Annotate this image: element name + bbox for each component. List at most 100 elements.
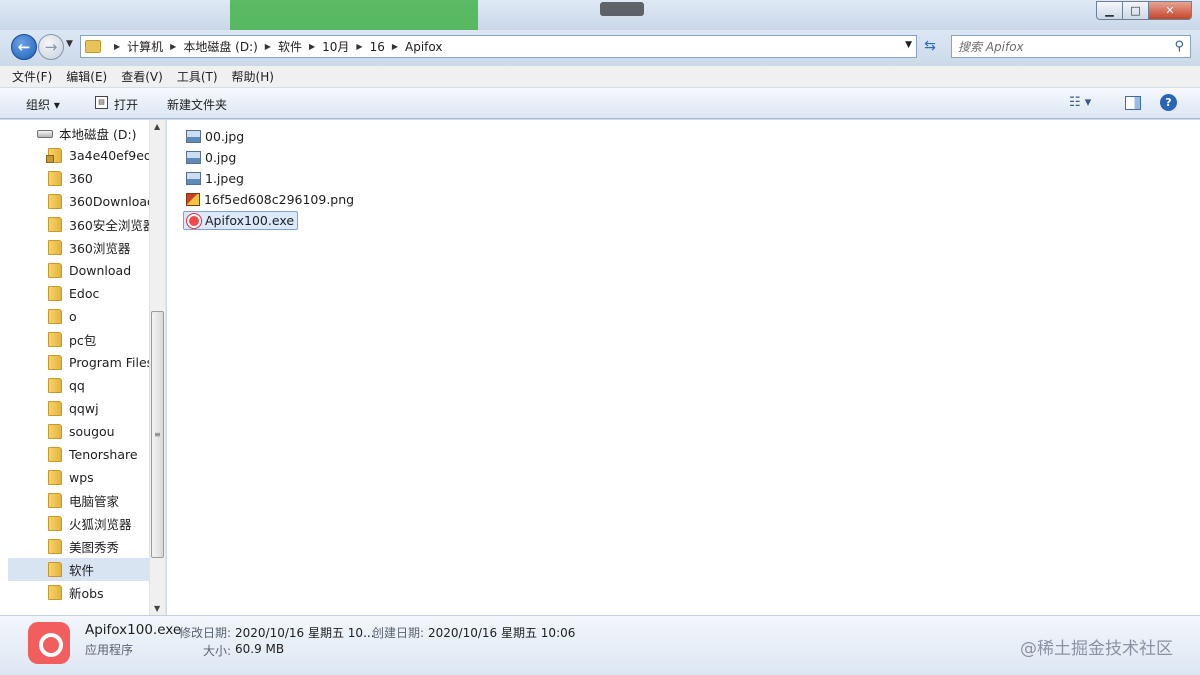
background-window-fragment-dark (600, 2, 644, 16)
folder-icon (48, 263, 62, 278)
breadcrumb-item[interactable]: ▶ 16 (349, 40, 384, 54)
folder-icon (48, 493, 62, 508)
file-item[interactable]: 1.jpeg (183, 169, 247, 188)
folder-icon (48, 562, 62, 577)
address-row: ← → ▼ ▶ 计算机 ▶ 本地磁盘 (D:) ▶ 软件 ▶ 10月 ▶ 16 ▶ Apif… (0, 30, 1200, 66)
breadcrumb-label: 本地磁盘 (D:) (183, 40, 258, 54)
nav-folder-item[interactable]: Tenorshare (8, 443, 149, 466)
nav-folder-item[interactable]: o (8, 305, 149, 328)
breadcrumb-label: 10月 (322, 40, 350, 54)
scroll-up-arrow-icon[interactable]: ▲ (154, 122, 160, 131)
breadcrumb-item[interactable]: ▶ 软件 (258, 38, 302, 55)
close-button[interactable]: ✕ (1148, 1, 1192, 20)
detail-size-label: 大小: (203, 644, 232, 658)
address-history-dropdown[interactable]: ▼ (905, 40, 912, 50)
nav-folder-item[interactable]: 新obs (8, 581, 149, 604)
locked-folder-icon (46, 148, 62, 163)
folder-icon (48, 585, 62, 600)
title-bar: ▁ □ ✕ (0, 0, 1200, 30)
nav-folder-item[interactable]: 软件 (8, 558, 149, 581)
nav-folder-item[interactable]: 360 (8, 167, 149, 190)
menu-help[interactable]: 帮助(H) (232, 68, 274, 85)
nav-folder-item[interactable]: 火狐浏览器 (8, 512, 149, 535)
breadcrumb-arrow-icon: ▶ (264, 42, 271, 51)
search-input[interactable] (958, 36, 1158, 57)
nav-folder-item[interactable]: 360安全浏览器 (8, 213, 149, 236)
open-button[interactable]: 打开 (114, 96, 138, 113)
breadcrumb-item[interactable]: ▶ 计算机 (107, 38, 163, 55)
nav-scrollbar[interactable]: ▲ ≡ ▼ (149, 120, 165, 615)
search-icon[interactable]: ⚲ (1174, 39, 1184, 54)
detail-created-value: 2020/10/16 星期五 10:06 (428, 626, 576, 640)
png-file-icon (186, 193, 200, 206)
file-item[interactable]: 0.jpg (183, 148, 239, 167)
nav-folder-item[interactable]: Program Files (8, 351, 149, 374)
nav-folder-item[interactable]: 美图秀秀 (8, 535, 149, 558)
detail-file-name: Apifox100.exe (85, 622, 182, 638)
nav-folder-item[interactable]: 电脑管家 (8, 489, 149, 512)
folder-icon (48, 171, 62, 186)
address-bar[interactable]: ▶ 计算机 ▶ 本地磁盘 (D:) ▶ 软件 ▶ 10月 ▶ 16 ▶ Apifox ▼ (80, 35, 917, 58)
menu-file[interactable]: 文件(F) (12, 68, 52, 85)
nav-folder-label: 新obs (69, 586, 104, 601)
scrollbar-thumb[interactable]: ≡ (151, 311, 164, 558)
file-name: 1.jpeg (205, 171, 244, 186)
nav-folder-item[interactable]: qq (8, 374, 149, 397)
apifox-app-icon (187, 213, 201, 228)
nav-folder-item[interactable]: 3a4e40ef9ed7 (8, 144, 149, 167)
file-name: 00.jpg (205, 129, 245, 144)
folder-icon (48, 355, 62, 370)
folder-icon (48, 424, 62, 439)
nav-folder-label: 360浏览器 (69, 241, 131, 256)
breadcrumb-item[interactable]: ▶ Apifox (385, 40, 443, 54)
file-item[interactable]: 00.jpg (183, 127, 247, 146)
recent-pages-dropdown[interactable]: ▼ (66, 39, 73, 49)
breadcrumb-item[interactable]: ▶ 本地磁盘 (D:) (163, 38, 258, 55)
nav-folder-item[interactable]: Download (8, 259, 149, 282)
breadcrumb-item[interactable]: ▶ 10月 (302, 38, 349, 55)
nav-folder-item[interactable]: 360浏览器 (8, 236, 149, 259)
nav-folder-label: 美图秀秀 (69, 540, 120, 555)
file-item[interactable]: Apifox100.exe (183, 211, 299, 230)
back-button[interactable]: ← (11, 34, 37, 60)
breadcrumb-arrow-icon: ▶ (114, 42, 121, 51)
preview-pane-button[interactable] (1125, 96, 1141, 110)
menu-tools[interactable]: 工具(T) (177, 68, 218, 85)
change-view-button[interactable]: ☷ ▾ (1069, 95, 1091, 110)
nav-folder-item[interactable]: Edoc (8, 282, 149, 305)
nav-folder-item[interactable]: qqwj (8, 397, 149, 420)
nav-folder-item[interactable]: pc包 (8, 328, 149, 351)
nav-item-local-disk-d[interactable]: 本地磁盘 (D:) (37, 124, 137, 143)
nav-folder-item[interactable]: sougou (8, 420, 149, 443)
folder-icon (48, 240, 62, 255)
maximize-button[interactable]: □ (1122, 1, 1148, 20)
nav-folder-label: Edoc (69, 286, 100, 301)
nav-folder-item[interactable]: 360Download (8, 190, 149, 213)
navigation-pane: 本地磁盘 (D:) 3a4e40ef9ed7 360 360Download 360安… (0, 120, 166, 615)
menu-view[interactable]: 查看(V) (121, 68, 163, 85)
nav-folder-item[interactable]: wps (8, 466, 149, 489)
scroll-down-arrow-icon[interactable]: ▼ (154, 604, 160, 613)
minimize-button[interactable]: ▁ (1096, 1, 1122, 20)
breadcrumb-label: 计算机 (127, 40, 164, 54)
nav-folder-label: 3a4e40ef9ed7 (69, 148, 149, 163)
nav-folder-label: pc包 (69, 333, 97, 348)
nav-folder-label: qqwj (69, 401, 99, 416)
folder-icon (48, 401, 62, 416)
open-file-icon: ▤ (95, 96, 108, 109)
back-arrow-icon: ← (17, 38, 31, 56)
forward-button[interactable]: → (38, 34, 64, 60)
image-file-icon (186, 130, 201, 143)
menu-edit[interactable]: 编辑(E) (66, 68, 107, 85)
new-folder-button[interactable]: 新建文件夹 (167, 96, 227, 113)
file-name: 0.jpg (205, 150, 237, 165)
organize-button[interactable]: 组织 ▾ (26, 96, 60, 113)
hard-drive-icon (37, 129, 53, 138)
file-name: 16f5ed608c296109.png (204, 192, 355, 207)
detail-modified-label: 修改日期: (179, 626, 232, 640)
refresh-button[interactable]: ⇆ (920, 37, 940, 55)
nav-folder-label: Download (69, 263, 132, 278)
help-button[interactable]: ? (1160, 94, 1177, 111)
file-item[interactable]: 16f5ed608c296109.png (183, 190, 357, 209)
details-pane: Apifox100.exe 应用程序 修改日期: 2020/10/16 星期五 … (0, 615, 1200, 675)
